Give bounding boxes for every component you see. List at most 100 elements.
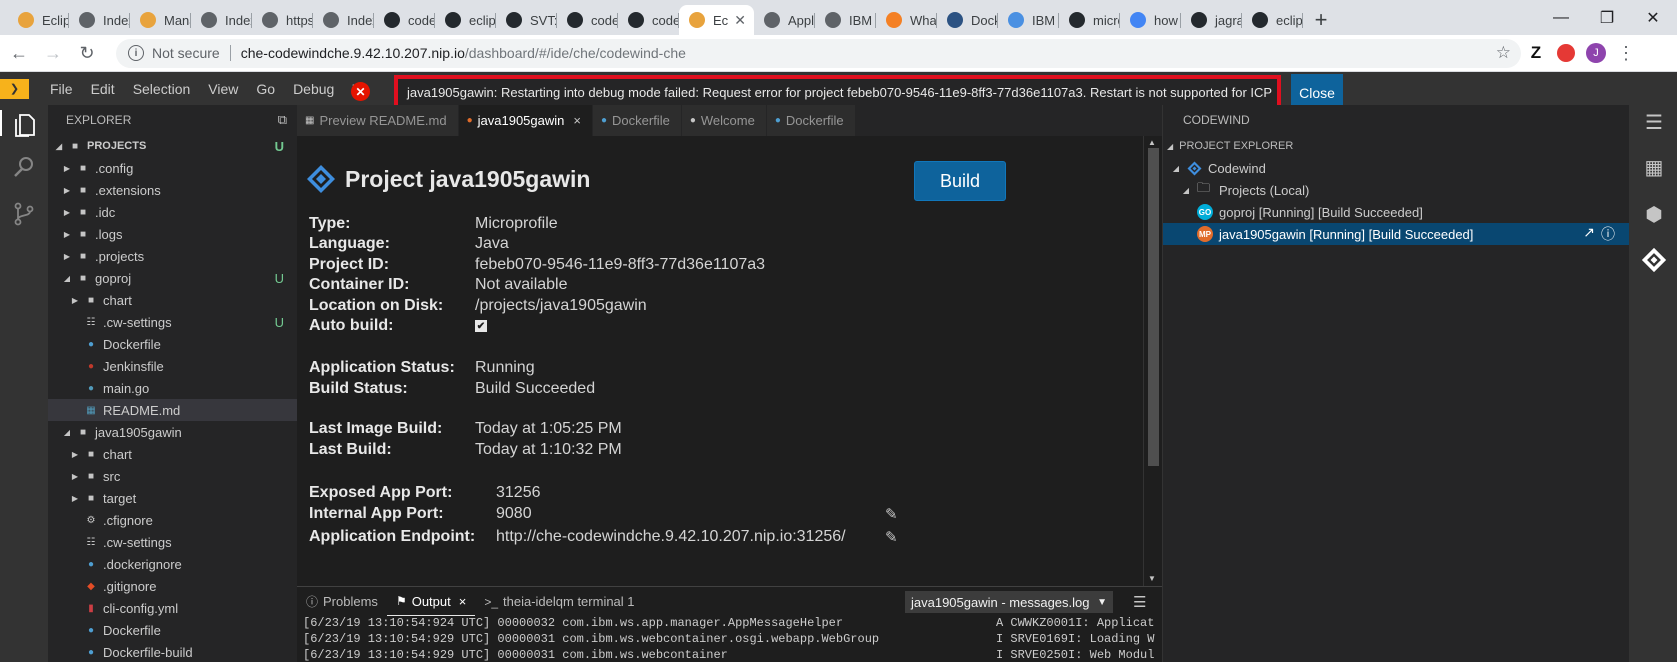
browser-tab[interactable]: code xyxy=(618,5,679,35)
reload-icon[interactable]: ↻ xyxy=(72,43,102,64)
tree-item[interactable]: ▶ ■ .extensions xyxy=(48,179,297,201)
info-icon[interactable]: ⓘ xyxy=(1601,224,1615,244)
tree-item[interactable]: ● Dockerfile xyxy=(48,619,297,641)
browser-tab[interactable]: code xyxy=(374,5,435,35)
open-app-icon[interactable]: ↗ xyxy=(1583,224,1595,244)
cube-icon[interactable]: ⬢ xyxy=(1641,202,1667,228)
tree-item[interactable]: ▶ ■ src xyxy=(48,465,297,487)
browser-tab[interactable]: eclips xyxy=(1242,5,1303,35)
clear-output-icon[interactable]: ☰ xyxy=(1133,593,1146,611)
tree-item[interactable]: ⚙ .cfignore xyxy=(48,509,297,531)
profile-avatar[interactable]: J xyxy=(1581,38,1611,68)
editor-tab[interactable]: ● Welcome xyxy=(681,105,767,136)
codewind-root[interactable]: ◢ Codewind xyxy=(1163,157,1629,179)
close-window-icon[interactable]: ✕ xyxy=(1630,0,1676,35)
editor-tab[interactable]: ● java1905gawin × xyxy=(458,105,593,136)
back-icon[interactable]: ← xyxy=(4,43,34,64)
browser-tab[interactable]: how t xyxy=(1120,5,1181,35)
menu-file[interactable]: File xyxy=(41,81,82,97)
projects-section[interactable]: ◢ ■ PROJECTS U xyxy=(48,135,297,157)
editor-tab[interactable]: ▦ Preview README.md xyxy=(297,105,459,136)
browser-tab[interactable]: What xyxy=(876,5,937,35)
extension-icon[interactable] xyxy=(1551,38,1581,68)
tree-item[interactable]: ▶ ■ target xyxy=(48,487,297,509)
edit-endpoint-icon[interactable]: ✎ xyxy=(885,528,898,546)
browser-tab[interactable]: Mana xyxy=(130,5,191,35)
bookmark-star-icon[interactable]: ☆ xyxy=(1496,43,1511,63)
codewind-activity-icon[interactable] xyxy=(1641,247,1667,273)
close-tab-icon[interactable]: × xyxy=(573,113,581,128)
menu-edit[interactable]: Edit xyxy=(82,81,124,97)
tree-item[interactable]: ☷ .cw-settings xyxy=(48,531,297,553)
files-icon[interactable] xyxy=(0,110,48,137)
tree-item[interactable]: ▦ README.md xyxy=(48,399,297,421)
search-icon[interactable] xyxy=(11,155,37,181)
output-channel-select[interactable]: java1905gawin - messages.log ▼ xyxy=(905,591,1113,613)
tree-item[interactable]: ▶ ■ .config xyxy=(48,157,297,179)
build-button[interactable]: Build xyxy=(914,161,1006,201)
browser-tab[interactable]: SVT:c xyxy=(496,5,557,35)
browser-tab[interactable]: Eclips xyxy=(8,5,69,35)
tree-item[interactable]: ◆ .gitignore xyxy=(48,575,297,597)
browser-tab[interactable]: Index xyxy=(69,5,130,35)
source-control-icon[interactable] xyxy=(11,201,37,227)
minimize-icon[interactable]: — xyxy=(1538,0,1584,35)
tree-item[interactable]: ● Dockerfile-build xyxy=(48,641,297,662)
address-bar[interactable]: i Not secure che-codewindche.9.42.10.207… xyxy=(116,38,1521,68)
editor-tab[interactable]: ● Dockerfile xyxy=(592,105,682,136)
browser-tab[interactable]: Index xyxy=(313,5,374,35)
browser-tab[interactable]: eclips xyxy=(435,5,496,35)
tree-item[interactable]: ▶ ■ chart xyxy=(48,289,297,311)
tree-item[interactable]: ● Jenkinsfile xyxy=(48,355,297,377)
scroll-down-icon[interactable]: ▼ xyxy=(1148,574,1156,583)
close-tab-icon[interactable]: × xyxy=(459,594,467,609)
browser-tab[interactable]: https xyxy=(252,5,313,35)
che-logo-icon[interactable]: ❯ xyxy=(0,78,29,99)
tree-item[interactable]: ◢ ■ goproj U xyxy=(48,267,297,289)
tree-item[interactable]: ☷ .cw-settings U xyxy=(48,311,297,333)
tree-item[interactable]: ▶ ■ .logs xyxy=(48,223,297,245)
browser-tab[interactable]: Dock xyxy=(937,5,998,35)
tree-item[interactable]: ● .dockerignore xyxy=(48,553,297,575)
zotero-extension-icon[interactable]: Z xyxy=(1521,38,1551,68)
panel-tab[interactable]: ⓘ Problems xyxy=(297,587,387,616)
scroll-up-icon[interactable]: ▲ xyxy=(1148,138,1156,147)
browser-menu-icon[interactable]: ⋮ xyxy=(1611,38,1641,68)
browser-tab[interactable]: Index xyxy=(191,5,252,35)
tree-item[interactable]: ◢ ■ java1905gawin xyxy=(48,421,297,443)
tree-item[interactable]: ▶ ■ chart xyxy=(48,443,297,465)
menu-go[interactable]: Go xyxy=(247,81,284,97)
restore-icon[interactable]: ❐ xyxy=(1584,0,1630,35)
tree-item[interactable]: ▶ ■ .idc xyxy=(48,201,297,223)
projects-local-group[interactable]: ◢ 🗀 Projects (Local) xyxy=(1163,179,1629,201)
tree-item[interactable]: ▮ cli-config.yml xyxy=(48,597,297,619)
codewind-project[interactable]: GO goproj [Running] [Build Succeeded] xyxy=(1163,201,1629,223)
panel-tab[interactable]: >_ theia-idelqm terminal 1 xyxy=(475,587,643,616)
outline-icon[interactable]: ▦ xyxy=(1641,155,1667,181)
browser-tab[interactable]: Appli xyxy=(754,5,815,35)
menu-debug[interactable]: Debug xyxy=(284,81,343,97)
panel-tab[interactable]: ⚑ Output × xyxy=(386,587,476,616)
browser-tab[interactable]: micro xyxy=(1059,5,1120,35)
tree-item[interactable]: ▶ ■ .projects xyxy=(48,245,297,267)
edit-port-icon[interactable]: ✎ xyxy=(885,505,898,523)
list-view-icon[interactable]: ☰ xyxy=(1641,110,1667,136)
browser-tab[interactable]: code xyxy=(557,5,618,35)
browser-tab[interactable]: jagraj xyxy=(1181,5,1242,35)
project-explorer-section[interactable]: ◢ PROJECT EXPLORER xyxy=(1163,135,1629,157)
tree-item[interactable]: ● main.go xyxy=(48,377,297,399)
editor-tab[interactable]: ● Dockerfile xyxy=(766,105,856,136)
menu-view[interactable]: View xyxy=(199,81,247,97)
new-tab-button[interactable]: + xyxy=(1303,5,1339,35)
editor-scrollbar[interactable]: ▲ ▼ xyxy=(1143,136,1162,586)
browser-tab[interactable]: IBM C xyxy=(815,5,876,35)
close-tab-icon[interactable]: ✕ xyxy=(734,12,746,29)
menu-selection[interactable]: Selection xyxy=(124,81,200,97)
codewind-project[interactable]: MP java1905gawin [Running] [Build Succeed… xyxy=(1163,223,1629,245)
info-icon[interactable]: i xyxy=(128,45,144,61)
browser-tab[interactable]: Ec ✕ xyxy=(679,5,754,35)
collapse-all-icon[interactable]: ⧉ xyxy=(278,112,287,128)
tree-item[interactable]: ● Dockerfile xyxy=(48,333,297,355)
scrollbar-thumb[interactable] xyxy=(1148,148,1159,466)
forward-icon[interactable]: → xyxy=(38,43,68,64)
